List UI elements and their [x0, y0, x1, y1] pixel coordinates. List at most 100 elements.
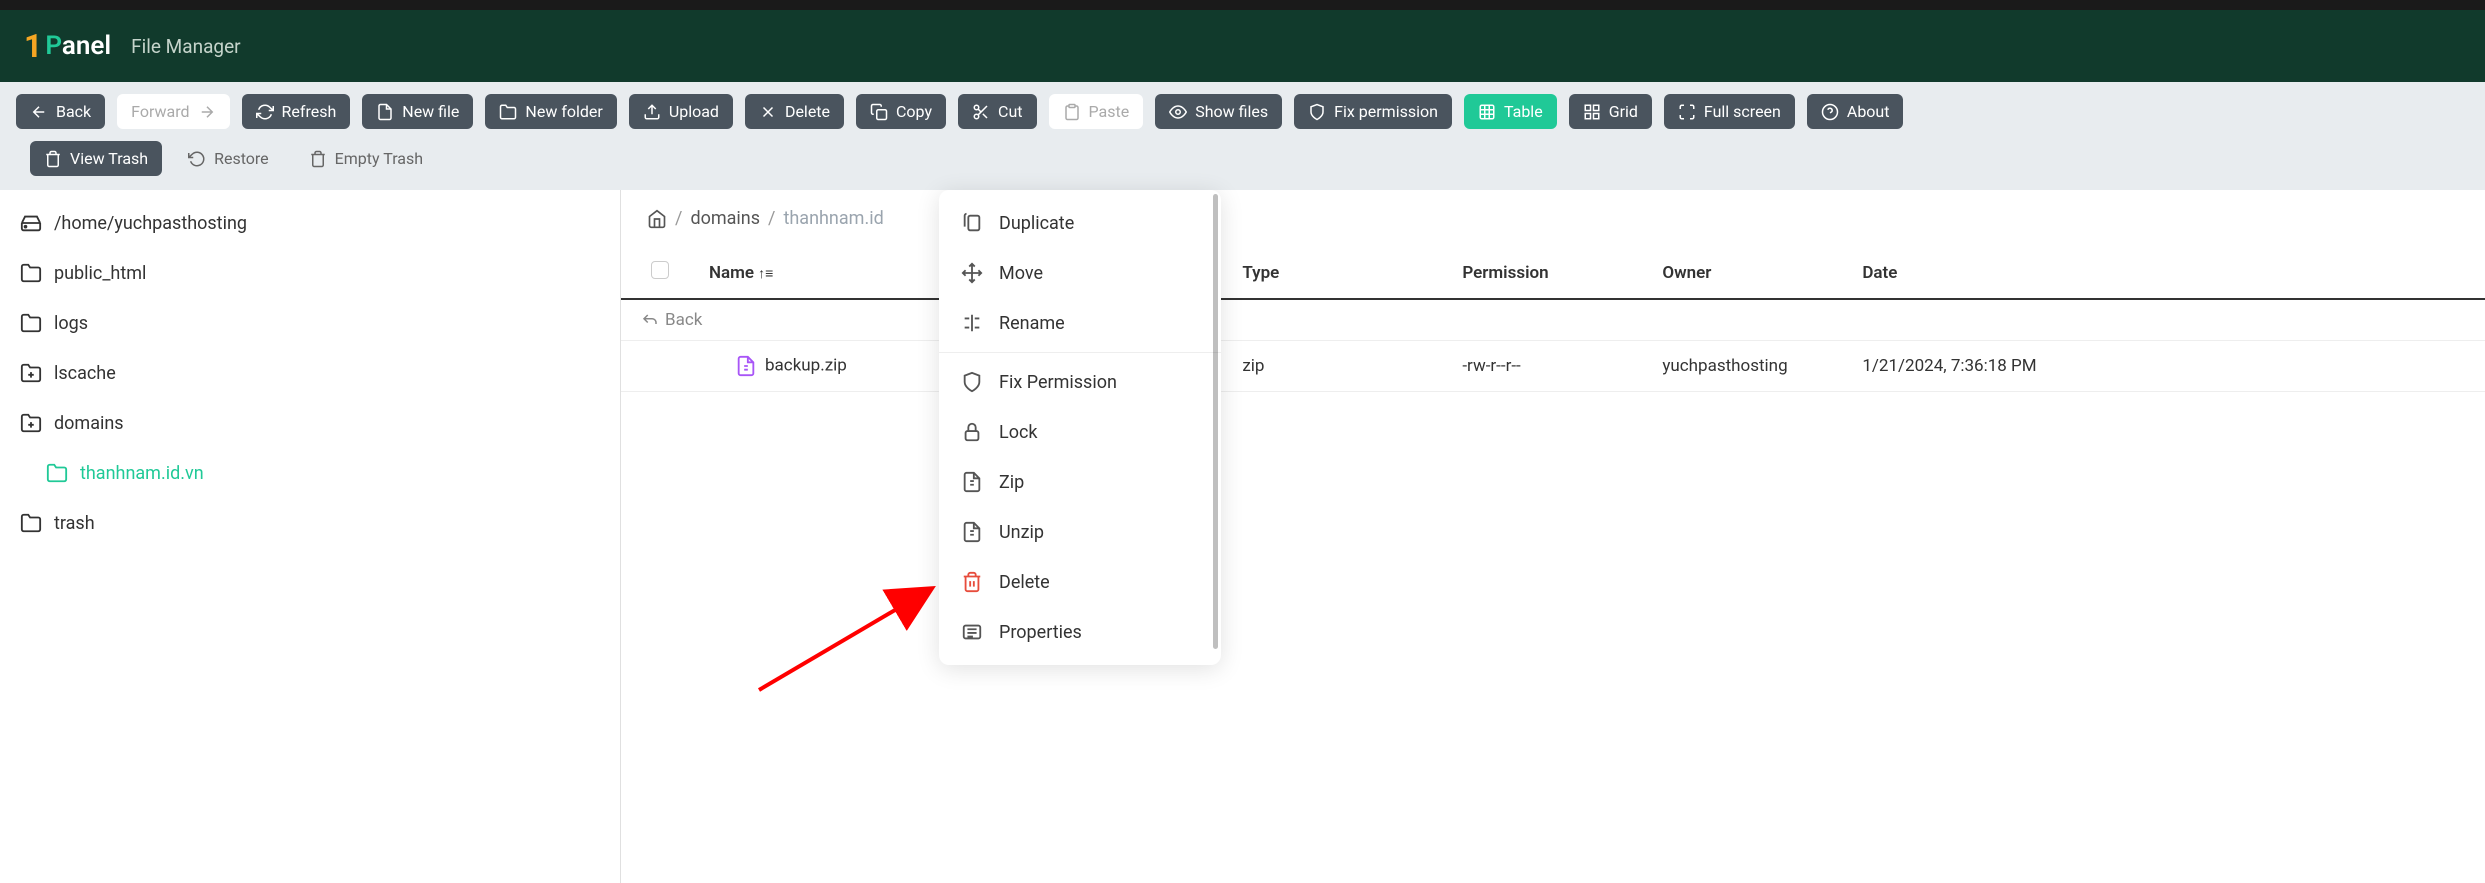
window-top-bar [0, 0, 2485, 10]
unzip-icon [961, 521, 983, 543]
file-permission: -rw-r--r-- [1442, 341, 1642, 392]
about-button[interactable]: About [1807, 94, 1904, 129]
refresh-icon [256, 103, 274, 121]
table-header-type[interactable]: Type [1222, 247, 1442, 299]
fullscreen-button[interactable]: Full screen [1664, 94, 1795, 129]
breadcrumb-current: thanhnam.id [783, 208, 883, 229]
back-arrow-icon [641, 312, 659, 330]
clipboard-icon [1063, 103, 1081, 121]
sidebar: /home/yuchpasthosting public_html logs l… [0, 190, 620, 883]
duplicate-icon [961, 212, 983, 234]
toolbar-secondary: View Trash Restore Empty Trash [0, 141, 2485, 190]
context-rename[interactable]: Rename [939, 298, 1221, 348]
table-header-owner[interactable]: Owner [1642, 247, 1842, 299]
file-type: zip [1222, 341, 1442, 392]
view-trash-button[interactable]: View Trash [30, 141, 162, 176]
context-scrollbar[interactable] [1213, 194, 1218, 649]
context-delete[interactable]: Delete [939, 557, 1221, 607]
file-name: backup.zip [765, 355, 847, 375]
sidebar-item-lscache[interactable]: lscache [0, 348, 620, 398]
table-icon [1478, 103, 1496, 121]
forward-button: Forward [117, 94, 229, 129]
context-menu: Duplicate Move Rename Fix Permission Loc… [939, 190, 1221, 665]
sidebar-item-trash[interactable]: trash [0, 498, 620, 548]
file-date: 1/21/2024, 7:36:18 PM [1842, 341, 2485, 392]
shield-icon [961, 371, 983, 393]
app-title: File Manager [131, 35, 240, 58]
toolbar-primary: Back Forward Refresh New file New folder… [0, 82, 2485, 141]
context-duplicate[interactable]: Duplicate [939, 198, 1221, 248]
fix-permission-button[interactable]: Fix permission [1294, 94, 1452, 129]
app-logo: 1Panel [24, 27, 111, 65]
paste-button: Paste [1049, 94, 1144, 129]
context-unzip[interactable]: Unzip [939, 507, 1221, 557]
new-file-button[interactable]: New file [362, 94, 473, 129]
file-table: Name↑≡ Type Permission Owner Date Back b… [621, 247, 2485, 392]
folder-icon [20, 262, 42, 284]
table-back-row[interactable]: Back [621, 299, 2485, 341]
fullscreen-icon [1678, 103, 1696, 121]
restore-icon [188, 150, 206, 168]
arrow-right-icon [198, 103, 216, 121]
upload-button[interactable]: Upload [629, 94, 733, 129]
folder-icon [20, 312, 42, 334]
table-header-permission[interactable]: Permission [1442, 247, 1642, 299]
folder-icon [20, 512, 42, 534]
new-folder-button[interactable]: New folder [485, 94, 616, 129]
breadcrumb-domains[interactable]: domains [690, 208, 760, 229]
context-lock[interactable]: Lock [939, 407, 1221, 457]
delete-button[interactable]: Delete [745, 94, 844, 129]
breadcrumb-sep: / [768, 208, 775, 229]
context-properties[interactable]: Properties [939, 607, 1221, 657]
x-icon [759, 103, 777, 121]
copy-button[interactable]: Copy [856, 94, 946, 129]
select-all-checkbox[interactable] [651, 261, 669, 279]
arrow-left-icon [30, 103, 48, 121]
sidebar-item-domains[interactable]: domains [0, 398, 620, 448]
trash-icon [44, 150, 62, 168]
table-view-button[interactable]: Table [1464, 94, 1557, 129]
sidebar-item-public-html[interactable]: public_html [0, 248, 620, 298]
empty-trash-button[interactable]: Empty Trash [295, 141, 437, 176]
trash-empty-icon [309, 150, 327, 168]
file-icon [376, 103, 394, 121]
folder-icon [499, 103, 517, 121]
show-files-button[interactable]: Show files [1155, 94, 1282, 129]
folder-plus-icon [20, 362, 42, 384]
eye-icon [1169, 103, 1187, 121]
sidebar-item-logs[interactable]: logs [0, 298, 620, 348]
breadcrumb: / domains / thanhnam.id [621, 190, 2485, 247]
folder-plus-icon [20, 412, 42, 434]
move-icon [961, 262, 983, 284]
folder-open-icon [46, 462, 68, 484]
hdd-icon [20, 212, 42, 234]
content-panel: / domains / thanhnam.id Name↑≡ Type Perm… [620, 190, 2485, 883]
context-fix-permission[interactable]: Fix Permission [939, 357, 1221, 407]
table-row[interactable]: backup.zip zip -rw-r--r-- yuchpasthostin… [621, 341, 2485, 392]
sidebar-item-thanhnam[interactable]: thanhnam.id.vn [0, 448, 620, 498]
copy-icon [870, 103, 888, 121]
home-icon[interactable] [647, 209, 667, 229]
properties-icon [961, 621, 983, 643]
refresh-button[interactable]: Refresh [242, 94, 351, 129]
annotation-arrow [749, 580, 949, 700]
zip-file-icon [735, 355, 757, 377]
zip-icon [961, 471, 983, 493]
context-zip[interactable]: Zip [939, 457, 1221, 507]
cut-button[interactable]: Cut [958, 94, 1036, 129]
grid-view-button[interactable]: Grid [1569, 94, 1652, 129]
back-button[interactable]: Back [16, 94, 105, 129]
scissors-icon [972, 103, 990, 121]
restore-button[interactable]: Restore [174, 141, 283, 176]
app-header: 1Panel File Manager [0, 10, 2485, 82]
sidebar-root-path[interactable]: /home/yuchpasthosting [0, 198, 620, 248]
upload-icon [643, 103, 661, 121]
shield-icon [1308, 103, 1326, 121]
sort-icon: ↑≡ [758, 266, 773, 282]
lock-icon [961, 421, 983, 443]
logo-glyph: 1 [24, 27, 42, 65]
table-header-date[interactable]: Date [1842, 247, 2485, 299]
grid-icon [1583, 103, 1601, 121]
context-move[interactable]: Move [939, 248, 1221, 298]
help-icon [1821, 103, 1839, 121]
